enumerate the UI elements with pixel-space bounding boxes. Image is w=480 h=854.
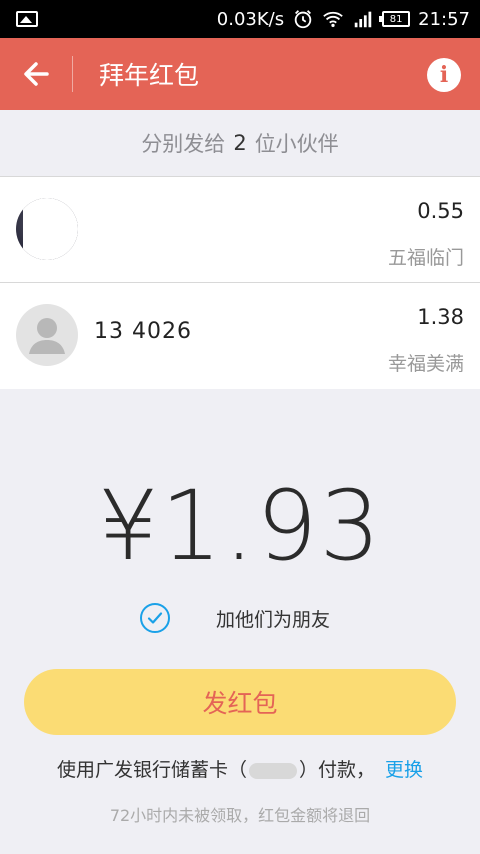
status-bar: 0.03K/s 81 21:57 (0, 0, 480, 38)
total-amount: ¥1.93 (97, 470, 383, 582)
list-item[interactable]: 0.55 五福临门 (0, 177, 480, 283)
send-button-label: 发红包 (202, 689, 278, 718)
masked-card-number (248, 762, 297, 779)
summary-prefix: 分别发给 (141, 132, 226, 156)
gallery-icon (16, 11, 38, 27)
payment-suffix: ）付款， (298, 759, 375, 781)
alarm-icon (294, 10, 312, 29)
info-button[interactable]: i (427, 58, 461, 92)
battery-icon: 81 (379, 11, 411, 27)
recipient-blessing: 五福临门 (387, 247, 464, 269)
back-button[interactable] (0, 38, 72, 110)
recipient-amount: 0.55 (417, 199, 464, 223)
network-speed: 0.03K/s (216, 8, 285, 30)
recipient-blessing: 幸福美满 (387, 353, 464, 375)
change-card-link[interactable]: 更换 (385, 759, 423, 781)
app-bar: 拜年红包 i (0, 38, 480, 110)
add-friend-option[interactable]: 加他们为朋友 (140, 603, 330, 633)
arrow-left-icon (24, 62, 49, 86)
expiry-note: 72小时内未被领取，红包金额将退回 (109, 806, 371, 825)
info-icon: i (439, 62, 449, 88)
summary-suffix: 位小伙伴 (254, 132, 339, 156)
checkmark-icon[interactable] (140, 603, 170, 633)
payment-prefix: 使用广发银行储蓄卡（ (56, 759, 247, 781)
recipient-summary: 分别发给 2 位小伙伴 (0, 110, 480, 176)
recipient-name: 13 4026 (94, 319, 192, 344)
avatar (16, 304, 78, 366)
recipient-list: 0.55 五福临门 13 4026 1.38 幸福美满 (0, 176, 480, 389)
wifi-icon (323, 11, 343, 28)
clock: 21:57 (418, 8, 470, 30)
battery-level: 81 (389, 13, 403, 25)
recipient-amount: 1.38 (417, 305, 464, 329)
signal-icon (354, 11, 372, 28)
user-icon (29, 318, 65, 354)
avatar (16, 198, 78, 260)
header-divider (72, 56, 73, 92)
send-red-packet-button[interactable]: 发红包 (24, 669, 456, 735)
list-item[interactable]: 13 4026 1.38 幸福美满 (0, 283, 480, 389)
add-friend-label: 加他们为朋友 (216, 608, 331, 631)
payment-method: 使用广发银行储蓄卡（ ）付款， 更换 (0, 755, 480, 782)
page-title: 拜年红包 (99, 61, 200, 90)
recipient-count: 2 (233, 131, 247, 155)
